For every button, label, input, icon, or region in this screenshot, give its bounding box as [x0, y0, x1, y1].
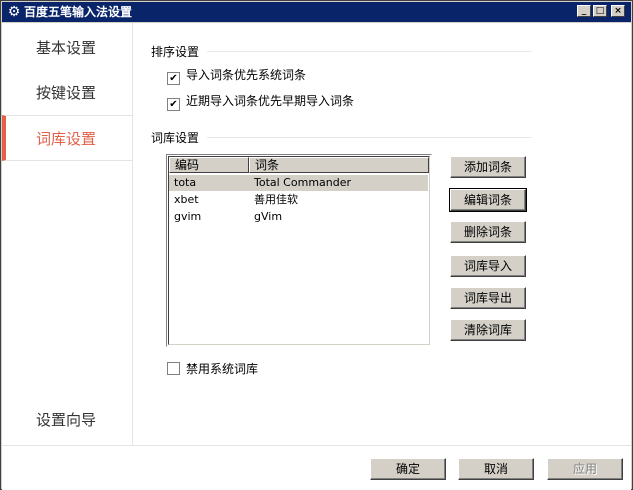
cancel-button[interactable]: 取消	[458, 458, 534, 480]
sort-section-divider	[207, 51, 532, 52]
settings-window: ⚙ 百度五笔输入法设置 _ □ × 基本设置 按键设置 词库设置 设置向导 排序…	[0, 0, 633, 490]
row-code: tota	[174, 176, 197, 189]
sidebar-item-wizard[interactable]: 设置向导	[2, 397, 132, 443]
ok-button[interactable]: 确定	[370, 458, 446, 480]
minimize-button[interactable]: _	[577, 5, 591, 17]
table-row[interactable]: tota Total Commander	[169, 175, 428, 191]
lexicon-section-divider	[207, 137, 532, 138]
client-area: 基本设置 按键设置 词库设置 设置向导 排序设置 ✔ 导入词条优先系统词条 ✔ 近期…	[2, 23, 631, 490]
edit-entry-button[interactable]: 编辑词条	[449, 188, 527, 212]
export-lexicon-button[interactable]: 词库导出	[450, 287, 526, 309]
import-priority-label: 导入词条优先系统词条	[186, 68, 307, 82]
window-title: 百度五笔输入法设置	[24, 5, 133, 19]
row-entry: Total Commander	[254, 176, 352, 189]
row-entry: gVim	[254, 210, 283, 223]
delete-entry-button[interactable]: 删除词条	[450, 221, 526, 243]
add-entry-button[interactable]: 添加词条	[450, 156, 526, 178]
maximize-button[interactable]: □	[593, 5, 607, 17]
recent-priority-checkbox[interactable]: ✔	[167, 98, 180, 111]
close-button[interactable]: ×	[611, 5, 625, 17]
disable-system-lexicon-checkbox[interactable]	[167, 362, 180, 375]
column-header-entry[interactable]: 词条	[249, 157, 429, 173]
row-code: xbet	[174, 193, 199, 206]
row-code: gvim	[174, 210, 202, 223]
sidebar-item-basic[interactable]: 基本设置	[2, 25, 132, 71]
disable-system-lexicon-label: 禁用系统词库	[186, 362, 259, 376]
import-priority-checkbox[interactable]: ✔	[167, 72, 180, 85]
clear-lexicon-button[interactable]: 清除词库	[450, 319, 526, 341]
row-entry: 善用佳软	[254, 193, 298, 206]
disable-system-lexicon-option[interactable]: 禁用系统词库	[167, 361, 258, 377]
lexicon-section-title: 词库设置	[151, 131, 200, 145]
list-header: 编码 词条	[169, 157, 429, 173]
import-lexicon-button[interactable]: 词库导入	[450, 255, 526, 277]
gear-icon: ⚙	[7, 4, 21, 20]
table-row[interactable]: xbet 善用佳软	[169, 192, 428, 208]
title-bar[interactable]: ⚙ 百度五笔输入法设置 _ □ ×	[2, 2, 631, 22]
recent-priority-option[interactable]: ✔ 近期导入词条优先早期导入词条	[167, 93, 355, 111]
apply-button[interactable]: 应用	[547, 458, 623, 480]
sort-section-title: 排序设置	[151, 45, 200, 59]
column-header-code[interactable]: 编码	[169, 157, 249, 173]
recent-priority-label: 近期导入词条优先早期导入词条	[186, 94, 355, 108]
sidebar-item-keys[interactable]: 按键设置	[2, 70, 132, 116]
table-row[interactable]: gvim gVim	[169, 209, 428, 225]
footer-bar: 确定 取消 应用	[2, 445, 631, 490]
lexicon-list-inner: 编码 词条 tota Total Commander xbet 善用佳软 gvi…	[168, 156, 430, 345]
sidebar-item-lexicon[interactable]: 词库设置	[2, 115, 132, 161]
import-priority-option[interactable]: ✔ 导入词条优先系统词条	[167, 67, 307, 85]
lexicon-list[interactable]: 编码 词条 tota Total Commander xbet 善用佳软 gvi…	[166, 154, 432, 347]
sidebar: 基本设置 按键设置 词库设置 设置向导	[2, 23, 133, 445]
